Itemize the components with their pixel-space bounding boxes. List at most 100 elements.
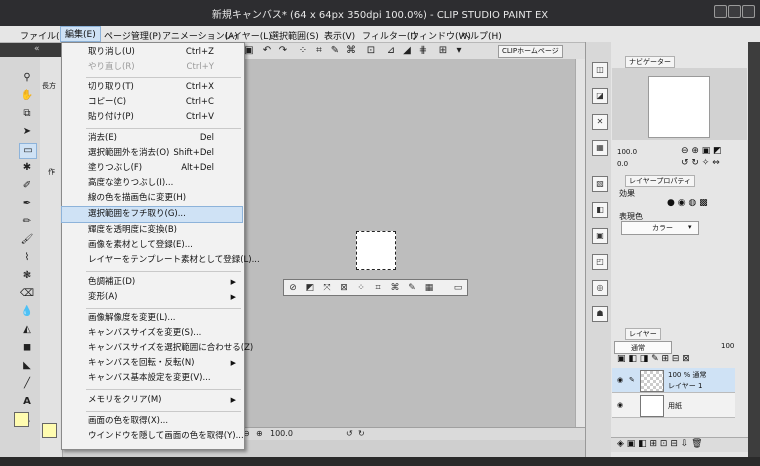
menu-item-clear[interactable]: 消去(E) Del [62,131,242,146]
brush-tool-icon[interactable]: 🖌 [19,233,35,247]
canvas-area[interactable] [240,59,575,427]
layer-row[interactable]: ◉ 用紙 [612,393,735,418]
menu-edit[interactable]: 編集(E) [60,26,101,42]
brush-icon[interactable]: ✎ [329,45,341,57]
material-icon-7[interactable]: ▣ [592,228,608,244]
crop-selection-icon[interactable]: ⌗ [372,282,384,294]
menu-item-canvas-settings[interactable]: キャンバス基本設定を変更(V)... [62,371,242,386]
menu-filter[interactable]: フィルター(I) [362,29,417,42]
layer-tool-icon[interactable]: ⧉ [19,107,35,121]
redo-icon[interactable]: ↷ [277,45,289,57]
menu-item-register-template[interactable]: レイヤーをテンプレート素材として登録(L)... [62,253,260,268]
menu-item-fill[interactable]: 塗りつぶし(F) Alt+Del [62,161,242,176]
vertical-scrollbar[interactable] [575,59,585,427]
transform-icon[interactable]: ⌗ [313,45,325,57]
tab-layer-property[interactable]: レイヤープロパティ [625,175,695,187]
navigator-angle[interactable]: 0.0 [617,160,628,168]
sub-color-swatch[interactable] [42,423,57,438]
menu-selection[interactable]: 選択範囲(S) [270,29,319,42]
snap-icon[interactable]: ⋕ [417,45,429,57]
navigator-zoom[interactable]: 100.0 [617,148,637,156]
main-color-swatch[interactable] [14,412,29,427]
eye-icon[interactable]: ◉ [617,401,623,409]
zoom-in-icon[interactable]: ⊕ [256,429,263,439]
shrink-icon[interactable]: ⊠ [338,282,350,294]
effect-icons[interactable]: ● ◉ ◍ ▩ [667,198,708,208]
rotate-right-icon[interactable]: ↻ [358,429,365,439]
menu-item-clear-memory[interactable]: メモリをクリア(M) ▶ [62,393,242,408]
tab-layer[interactable]: レイヤー [625,328,661,340]
canvas-document[interactable] [356,231,396,270]
navigator-zoom-icons[interactable]: ⊖ ⊕ ▣ ◩ [681,146,722,156]
auto-select-icon[interactable]: ✱ [19,161,35,175]
menu-item-undo[interactable]: 取り消し(U) Ctrl+Z [62,45,242,60]
navigator-rotate-icons[interactable]: ↺ ↻ ✧ ⇔ [681,158,720,168]
layer-tool-icons[interactable]: ▣ ◧ ◨ ✎ ⊞ ⊟ ⊠ [617,354,690,364]
fill-selection-icon[interactable]: ✎ [406,282,418,294]
zoom-tool-icon[interactable]: ⚲ [19,71,35,85]
material-icon-9[interactable]: ◎ [592,280,608,296]
menu-item-hide-window-get-color[interactable]: ウインドウを隠して画面の色を取得(Y)... [62,429,244,444]
deselect-icon[interactable]: ⊘ [287,282,299,294]
material-icon-6[interactable]: ◧ [592,202,608,218]
blend-mode-select[interactable]: 通常 [614,341,672,354]
menu-item-image-resolution[interactable]: 画像解像度を変更(L)... [62,311,242,326]
collapse-left-icon[interactable]: « [34,44,40,54]
eye-icon[interactable]: ◉ [617,376,623,384]
material-icon-1[interactable]: ◫ [592,62,608,78]
material-icon-8[interactable]: ◰ [592,254,608,270]
material-icon-3[interactable]: ✕ [592,114,608,130]
menu-layer[interactable]: レイヤー(L) [224,29,272,42]
rotate-left-icon[interactable]: ↺ [346,429,353,439]
scale-icon[interactable]: ⌘ [345,45,357,57]
text-tool-icon[interactable]: A [19,395,35,409]
clear-icon[interactable]: ⁘ [355,282,367,294]
crop-icon[interactable]: ⊡ [365,45,377,57]
menu-item-paste[interactable]: 貼り付け(P) Ctrl+V [62,110,242,125]
line-tool-icon[interactable]: ╱ [19,377,35,391]
grid-icon[interactable]: ⊞ [437,45,449,57]
menu-item-tonal-correction[interactable]: 色調補正(D) ▶ [62,275,242,290]
menu-item-clear-outside[interactable]: 選択範囲外を消去(O) Shift+Del [62,146,242,161]
draft-icon[interactable]: ⊿ [385,45,397,57]
layer-row[interactable]: ◉ ✎ 100 % 通常 レイヤー 1 [612,368,735,393]
menu-item-advanced-fill[interactable]: 高度な塗りつぶし(I)... [62,176,242,191]
move-tool-icon[interactable]: ➤ [19,125,35,139]
menu-item-line-color[interactable]: 線の色を描画色に変更(H) [62,191,242,206]
material-icon-5[interactable]: ▧ [592,176,608,192]
zoom-value[interactable]: 100.0 [270,429,293,439]
layer-footer-icons[interactable]: ◈ ▣ ◧ ⊞ ⊡ ⊟ ⇩ 🗑 [617,439,703,449]
menu-item-border-selection[interactable]: 選択範囲をフチ取り(G)... [61,206,243,223]
gradient-icon[interactable]: ◼ [19,341,35,355]
menu-item-copy[interactable]: コピー(C) Ctrl+C [62,95,242,110]
menu-page[interactable]: ページ管理(P) [104,29,161,42]
material-icon-4[interactable]: ▦ [592,140,608,156]
pencil-tool-icon[interactable]: ✏ [19,215,35,229]
menu-item-fit-canvas[interactable]: キャンバスサイズを選択範囲に合わせる(Z) [62,341,253,356]
menu-item-rotate-canvas[interactable]: キャンバスを回転・反転(N) ▶ [62,356,242,371]
decoration-icon[interactable]: ❃ [19,269,35,283]
undo-icon[interactable]: ↶ [261,45,273,57]
close-button[interactable] [742,5,755,18]
deselect-icon[interactable]: ⁘ [297,45,309,57]
menu-item-register-image[interactable]: 画像を素材として登録(E)... [62,238,242,253]
menu-item-luminance[interactable]: 輝度を透明度に変換(B) [62,223,242,238]
right-scrollbar[interactable] [748,42,760,457]
airbrush-icon[interactable]: ⌇ [19,251,35,265]
menu-item-cut[interactable]: 切り取り(T) Ctrl+X [62,80,242,95]
menu-item-canvas-size[interactable]: キャンバスサイズを変更(S)... [62,326,242,341]
invert-icon[interactable]: ◩ [304,282,316,294]
blend-tool-icon[interactable]: 💧 [19,305,35,319]
menu-view[interactable]: 表示(V) [324,29,355,42]
material-icon-10[interactable]: ☗ [592,306,608,322]
menu-item-redo[interactable]: やり直し(R) Ctrl+Y [62,60,242,75]
menu-item-transform[interactable]: 変形(A) ▶ [62,290,242,305]
eyedropper-icon[interactable]: ✐ [19,179,35,193]
material-icon-2[interactable]: ◪ [592,88,608,104]
opacity-value[interactable]: 100 [721,342,734,350]
hand-tool-icon[interactable]: ✋ [19,89,35,103]
pen-tool-icon[interactable]: ✒ [19,197,35,211]
scale-selection-icon[interactable]: ⌘ [389,282,401,294]
figure-icon[interactable]: ◣ [19,359,35,373]
ruler-icon[interactable]: ◢ [401,45,413,57]
